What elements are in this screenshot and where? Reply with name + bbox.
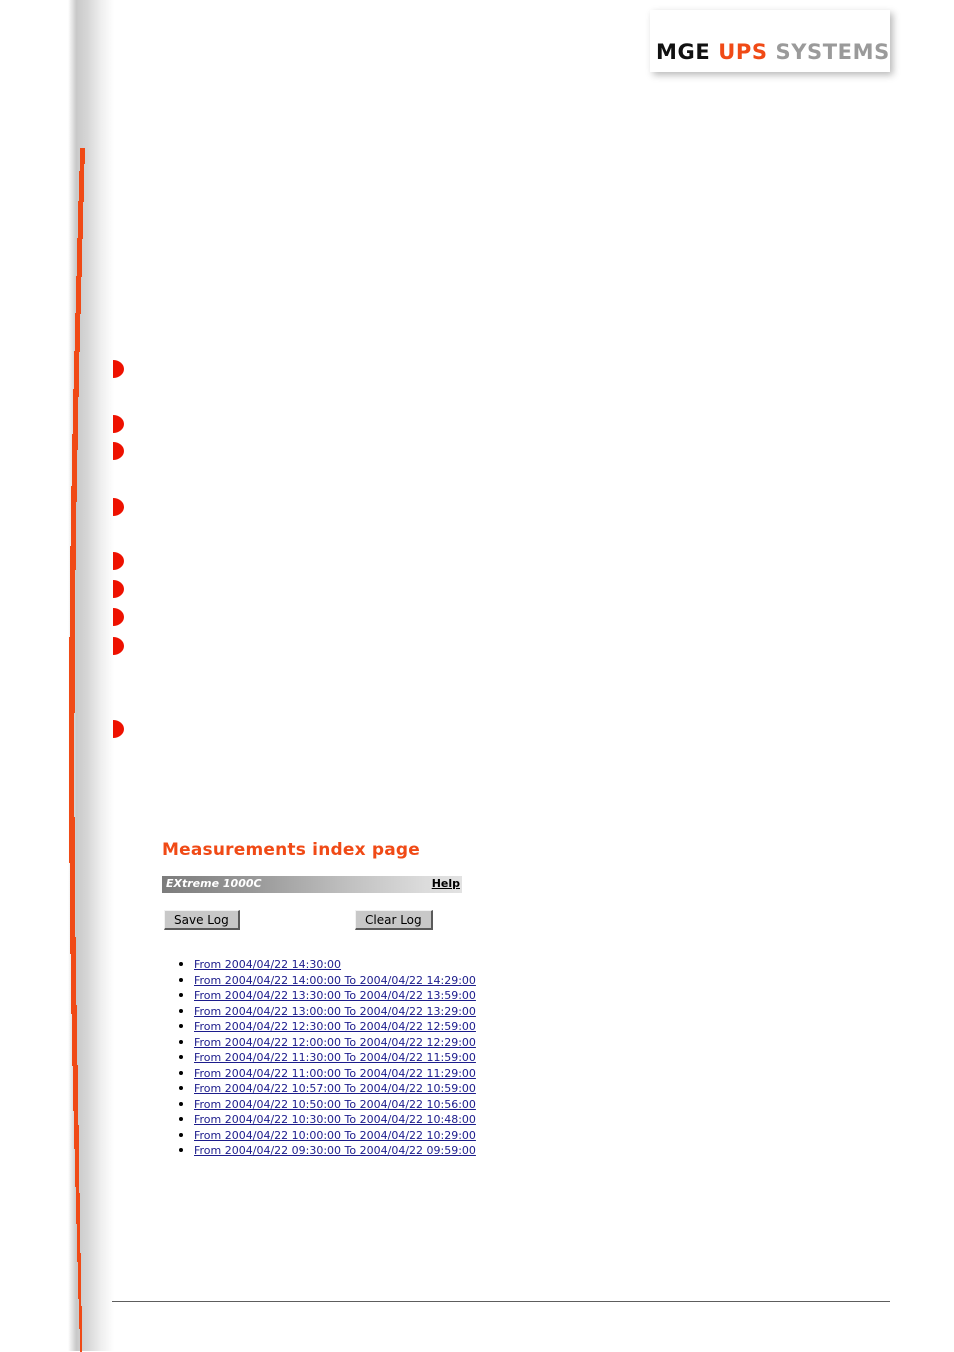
list-item: From 2004/04/22 10:30:00 To 2004/04/22 1…	[194, 1112, 762, 1128]
list-item: From 2004/04/22 14:00:00 To 2004/04/22 1…	[194, 973, 762, 989]
list-item: From 2004/04/22 10:57:00 To 2004/04/22 1…	[194, 1081, 762, 1097]
device-title-bar: EXtreme 1000C Help	[162, 876, 462, 893]
help-link[interactable]: Help	[432, 877, 460, 890]
list-item: From 2004/04/22 11:30:00 To 2004/04/22 1…	[194, 1050, 762, 1066]
orange-accent-stripe	[60, 148, 100, 1352]
log-entry-link[interactable]: From 2004/04/22 11:00:00 To 2004/04/22 1…	[194, 1067, 476, 1080]
log-entry-link[interactable]: From 2004/04/22 12:00:00 To 2004/04/22 1…	[194, 1036, 476, 1049]
margin-bullet-icon	[113, 360, 124, 378]
list-item: From 2004/04/22 12:00:00 To 2004/04/22 1…	[194, 1035, 762, 1051]
measurement-log-list: From 2004/04/22 14:30:00 From 2004/04/22 …	[162, 957, 762, 1159]
list-item: From 2004/04/22 11:00:00 To 2004/04/22 1…	[194, 1066, 762, 1082]
log-entry-link[interactable]: From 2004/04/22 09:30:00 To 2004/04/22 0…	[194, 1144, 476, 1157]
footer-divider	[112, 1301, 890, 1302]
log-entry-link[interactable]: From 2004/04/22 10:57:00 To 2004/04/22 1…	[194, 1082, 476, 1095]
page-title: Measurements index page	[162, 840, 421, 860]
main-content: Measurements index page EXtreme 1000C He…	[162, 840, 762, 1159]
margin-bullet-icon	[113, 552, 124, 570]
margin-bullet-icon	[113, 720, 124, 738]
margin-bullet-icon	[113, 608, 124, 626]
list-item: From 2004/04/22 13:00:00 To 2004/04/22 1…	[194, 1004, 762, 1020]
log-entry-link[interactable]: From 2004/04/22 13:30:00 To 2004/04/22 1…	[194, 989, 476, 1002]
log-entry-link[interactable]: From 2004/04/22 14:30:00	[194, 958, 341, 971]
margin-bullet-icon	[113, 498, 124, 516]
brand-logo-mge: MGE	[656, 40, 711, 64]
margin-bullet-icon	[113, 415, 124, 433]
device-name-label: EXtreme 1000C	[166, 877, 262, 890]
log-entry-link[interactable]: From 2004/04/22 10:50:00 To 2004/04/22 1…	[194, 1098, 476, 1111]
margin-bullet-icon	[113, 637, 124, 655]
log-entry-link[interactable]: From 2004/04/22 10:00:00 To 2004/04/22 1…	[194, 1129, 476, 1142]
brand-logo-systems: SYSTEMS	[775, 40, 890, 64]
list-item: From 2004/04/22 14:30:00	[194, 957, 762, 973]
list-item: From 2004/04/22 10:50:00 To 2004/04/22 1…	[194, 1097, 762, 1113]
log-entry-link[interactable]: From 2004/04/22 13:00:00 To 2004/04/22 1…	[194, 1005, 476, 1018]
margin-bullet-icon	[113, 442, 124, 460]
brand-logo: MGE UPS SYSTEMS	[650, 10, 890, 72]
list-item: From 2004/04/22 09:30:00 To 2004/04/22 0…	[194, 1143, 762, 1159]
save-log-button[interactable]: Save Log	[164, 910, 240, 930]
list-item: From 2004/04/22 13:30:00 To 2004/04/22 1…	[194, 988, 762, 1004]
clear-log-button[interactable]: Clear Log	[355, 910, 433, 930]
log-entry-link[interactable]: From 2004/04/22 12:30:00 To 2004/04/22 1…	[194, 1020, 476, 1033]
brand-logo-text: MGE UPS SYSTEMS	[656, 40, 890, 64]
log-actions-toolbar: Save Log Clear Log	[162, 910, 462, 932]
log-entry-link[interactable]: From 2004/04/22 11:30:00 To 2004/04/22 1…	[194, 1051, 476, 1064]
brand-logo-ups: UPS	[718, 40, 768, 64]
list-item: From 2004/04/22 12:30:00 To 2004/04/22 1…	[194, 1019, 762, 1035]
list-item: From 2004/04/22 10:00:00 To 2004/04/22 1…	[194, 1128, 762, 1144]
log-entry-link[interactable]: From 2004/04/22 10:30:00 To 2004/04/22 1…	[194, 1113, 476, 1126]
log-entry-link[interactable]: From 2004/04/22 14:00:00 To 2004/04/22 1…	[194, 974, 476, 987]
margin-bullet-icon	[113, 580, 124, 598]
